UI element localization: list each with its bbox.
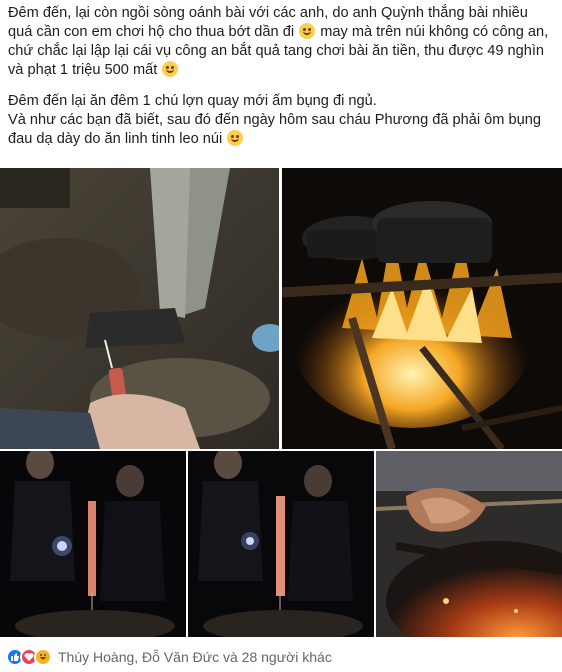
photo-firecracker-image — [0, 168, 279, 449]
photo-roasting-pig[interactable] — [376, 451, 562, 637]
reaction-names[interactable]: Thúy Hoàng, Đỗ Văn Đức và 28 người khác — [58, 649, 332, 665]
photo-night-group-2-image — [188, 451, 374, 637]
sweat-smile-emoji-icon — [299, 23, 316, 39]
photo-campfire-pot-image — [282, 168, 562, 449]
post-paragraph-1: Đêm đến, lại còn ngồi sòng oánh bài với … — [8, 4, 556, 80]
post-text: Đêm đến, lại còn ngồi sòng oánh bài với … — [8, 4, 556, 149]
like-icon-glyph — [11, 653, 19, 661]
post-paragraph-2-line-2: Và như các bạn đã biết, sau đó đến ngày … — [8, 112, 541, 147]
post-paragraph-2-line-1: Đêm đến lại ăn đêm 1 chú lợn quay mới ấm… — [8, 93, 377, 109]
photo-night-group-1[interactable] — [0, 451, 186, 637]
photo-night-group-1-image — [0, 451, 186, 637]
photo-roasting-pig-image — [376, 451, 562, 637]
photo-night-group-2[interactable] — [188, 451, 374, 637]
photo-campfire-pot[interactable] — [282, 168, 562, 449]
haha-icon-glyph — [40, 654, 46, 660]
post-paragraph-2: Đêm đến lại ăn đêm 1 chú lợn quay mới ấm… — [8, 92, 556, 149]
photo-firecracker[interactable] — [0, 168, 279, 449]
love-icon-glyph — [24, 653, 34, 661]
smile-emoji-icon — [227, 130, 244, 146]
smile-emoji-icon — [162, 61, 179, 77]
haha-icon[interactable] — [34, 648, 52, 666]
reactions-bar[interactable]: Thúy Hoàng, Đỗ Văn Đức và 28 người khác — [6, 647, 332, 667]
